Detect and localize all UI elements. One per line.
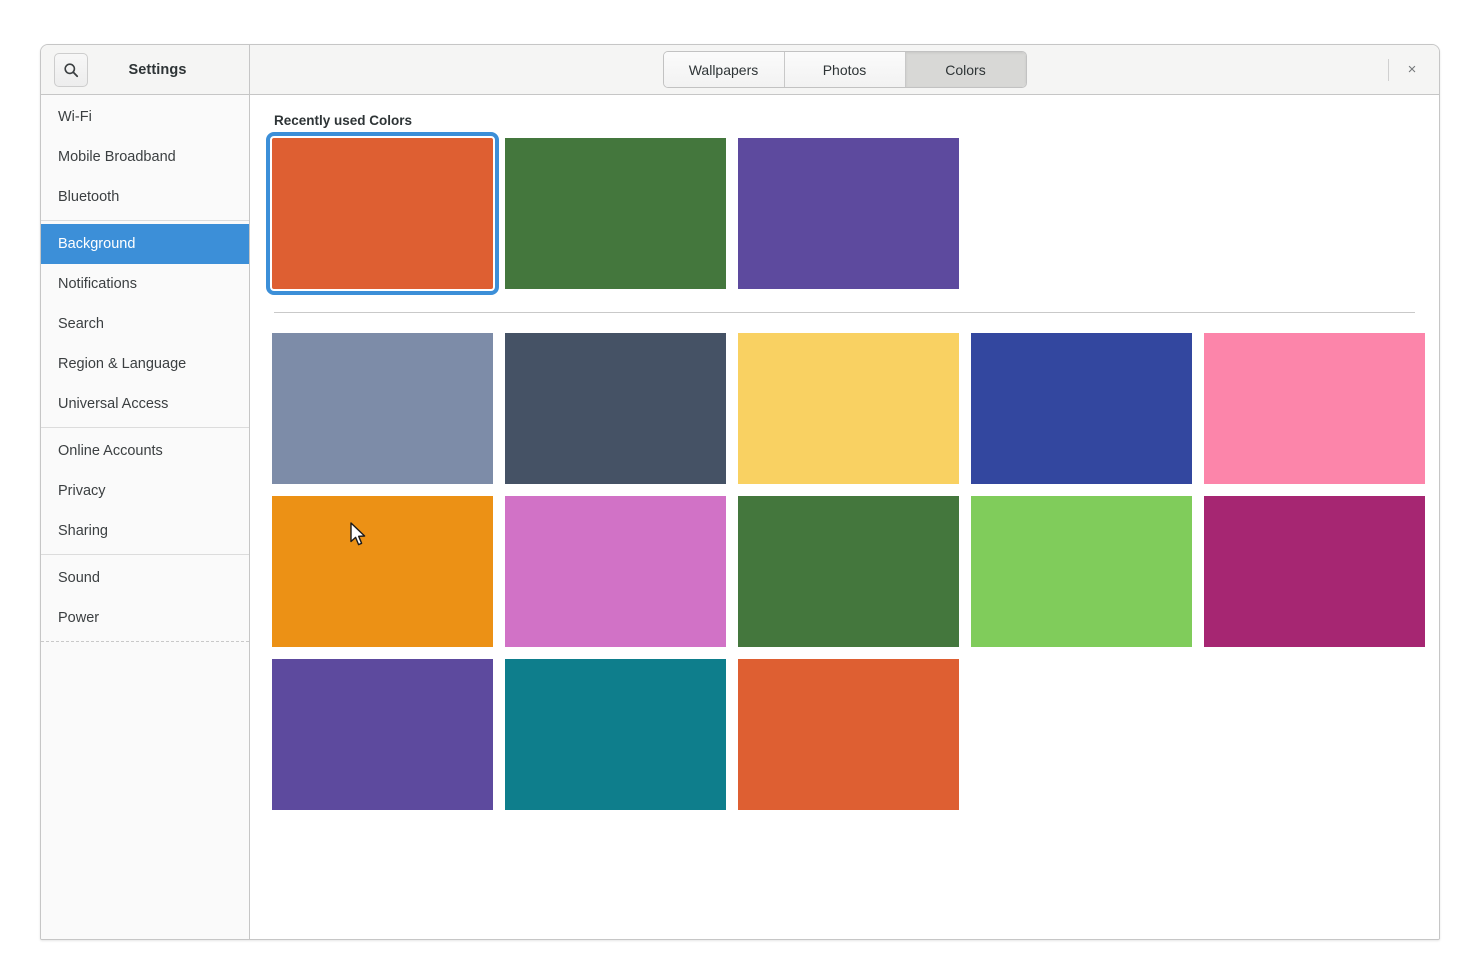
sidebar-item-search[interactable]: Search — [41, 304, 249, 344]
sidebar-item-wi-fi[interactable]: Wi-Fi — [41, 97, 249, 137]
header-left-section: Settings — [41, 45, 250, 94]
sidebar-item-power[interactable]: Power — [41, 598, 249, 638]
sidebar-item-online-accounts[interactable]: Online Accounts — [41, 431, 249, 471]
sidebar-item-sharing[interactable]: Sharing — [41, 511, 249, 551]
sidebar-item-privacy[interactable]: Privacy — [41, 471, 249, 511]
color-swatch-recent-orange-red[interactable] — [266, 132, 499, 295]
sidebar-item-sound[interactable]: Sound — [41, 558, 249, 598]
color-swatch-royal-purple[interactable] — [272, 659, 493, 810]
color-swatch-dark-green[interactable] — [738, 496, 959, 647]
header-right-section: Wallpapers Photos Colors × — [250, 45, 1439, 94]
color-swatch-recent-forest-green[interactable] — [505, 138, 726, 289]
sidebar-item-bluetooth[interactable]: Bluetooth — [41, 177, 249, 217]
color-swatch-bubblegum-pink[interactable] — [1204, 333, 1425, 484]
color-swatch-recent-slate-purple[interactable] — [738, 138, 959, 289]
sidebar-divider-dashed — [41, 641, 249, 642]
color-swatch-indigo-blue[interactable] — [971, 333, 1192, 484]
color-swatch-orange-red[interactable] — [738, 659, 959, 810]
color-swatch-orchid-pink[interactable] — [505, 496, 726, 647]
sidebar-divider — [41, 554, 249, 555]
sidebar-divider — [41, 427, 249, 428]
color-swatch-teal[interactable] — [505, 659, 726, 810]
palette-row-3 — [272, 659, 1417, 810]
sidebar-item-background[interactable]: Background — [41, 224, 249, 264]
color-swatch-light-green[interactable] — [971, 496, 1192, 647]
recently-used-colors-heading: Recently used Colors — [274, 113, 413, 128]
sidebar: Wi-Fi Mobile Broadband Bluetooth Backgro… — [41, 95, 250, 939]
palette-row-1 — [272, 333, 1425, 484]
tab-wallpapers[interactable]: Wallpapers — [663, 52, 785, 87]
close-icon[interactable]: × — [1399, 57, 1425, 83]
search-button[interactable] — [54, 52, 88, 87]
color-swatch-magenta[interactable] — [1204, 496, 1425, 647]
recently-used-colors-row — [266, 132, 1417, 295]
header-bar: Settings Wallpapers Photos Colors × — [41, 45, 1439, 95]
window-body: Wi-Fi Mobile Broadband Bluetooth Backgro… — [41, 95, 1439, 939]
page-title: Settings — [128, 61, 187, 78]
tab-photos[interactable]: Photos — [784, 52, 906, 87]
window-controls: × — [1388, 57, 1439, 83]
palette-row-2 — [272, 496, 1425, 647]
sidebar-item-mobile-broadband[interactable]: Mobile Broadband — [41, 137, 249, 177]
search-icon — [64, 62, 79, 77]
sidebar-item-universal-access[interactable]: Universal Access — [41, 384, 249, 424]
tab-colors[interactable]: Colors — [905, 52, 1026, 87]
color-swatch-amber-orange[interactable] — [272, 496, 493, 647]
content-area: Recently used Colors — [250, 95, 1439, 939]
color-swatch-steel-blue-gray[interactable] — [272, 333, 493, 484]
sidebar-item-region-language[interactable]: Region & Language — [41, 344, 249, 384]
view-mode-tabs: Wallpapers Photos Colors — [662, 51, 1027, 88]
color-swatch-dark-slate[interactable] — [505, 333, 726, 484]
sidebar-divider — [41, 220, 249, 221]
sidebar-item-notifications[interactable]: Notifications — [41, 264, 249, 304]
color-swatch-golden-yellow[interactable] — [738, 333, 959, 484]
section-divider — [274, 312, 1415, 313]
settings-window: Settings Wallpapers Photos Colors × Wi-F… — [40, 44, 1440, 940]
header-separator — [1388, 58, 1389, 81]
